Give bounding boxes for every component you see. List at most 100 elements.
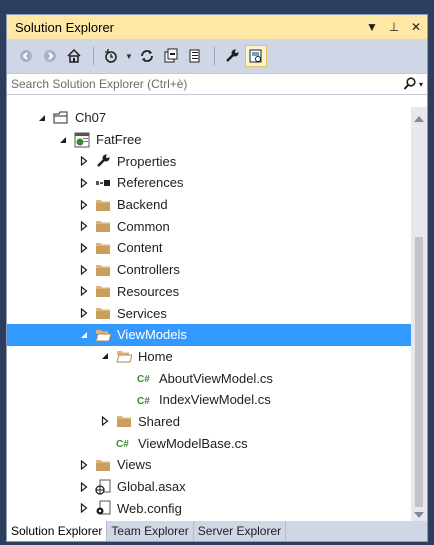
folder-icon (95, 305, 111, 321)
history-dropdown-icon[interactable]: ▼ (124, 45, 134, 67)
config-file-icon (95, 500, 111, 516)
tree-item-label: Services (117, 305, 167, 321)
tree-item-ch07[interactable]: Ch07 (7, 107, 411, 129)
folder-icon (95, 240, 111, 256)
tree-item-viewmodels[interactable]: ViewModels (7, 323, 411, 346)
global-asax-icon (95, 479, 111, 495)
scroll-up-icon[interactable] (411, 111, 427, 127)
references-icon (95, 175, 111, 191)
tree-item-label: Backend (117, 197, 168, 213)
solution-explorer-window: Solution Explorer ▼ ⊥ ✕ ▼ Search Solutio… (6, 14, 428, 542)
tree-item-label: Resources (117, 283, 180, 299)
tree-item-label: FatFree (96, 132, 142, 148)
tree-item-label: References (117, 175, 184, 191)
collapsed-arrow-icon[interactable] (98, 414, 112, 428)
tree-item-global-asax[interactable]: Global.asax (7, 476, 411, 498)
folder-icon (95, 457, 111, 473)
tree-item-label: Content (117, 240, 163, 256)
tree-item-services[interactable]: Services (7, 302, 411, 324)
solution-folder-icon (53, 110, 69, 126)
tree-item-viewmodelbase-cs[interactable]: C# ViewModelBase.cs (7, 432, 411, 454)
vertical-scrollbar[interactable] (411, 107, 427, 523)
title-bar[interactable]: Solution Explorer ▼ ⊥ ✕ (7, 15, 427, 39)
search-options-icon[interactable]: ▾ (397, 77, 427, 91)
tree-item-label: Common (117, 218, 170, 234)
sync-icon[interactable] (136, 45, 158, 67)
tree-item-aboutviewmodel-cs[interactable]: C# AboutViewModel.cs (7, 367, 411, 389)
open-folder-icon (95, 327, 111, 343)
scrollbar-thumb[interactable] (415, 237, 423, 507)
tree-item-content[interactable]: Content (7, 237, 411, 259)
tree-item-label: Web.config (117, 500, 182, 516)
window-title: Solution Explorer (15, 19, 114, 35)
tree-item-label: Home (138, 348, 173, 364)
toolbar: ▼ (7, 39, 427, 73)
csharp-file-icon: C# (137, 370, 153, 386)
tab-server-explorer[interactable]: Server Explorer (194, 521, 287, 541)
collapsed-arrow-icon[interactable] (77, 219, 91, 233)
collapsed-arrow-icon[interactable] (77, 263, 91, 277)
tree-item-indexviewmodel-cs[interactable]: C# IndexViewModel.cs (7, 389, 411, 411)
tree-item-controllers[interactable]: Controllers (7, 259, 411, 281)
folder-icon (95, 283, 111, 299)
tree-item-label: Ch07 (75, 110, 107, 126)
home-icon[interactable] (63, 45, 85, 67)
tree-item-common[interactable]: Common (7, 215, 411, 237)
collapse-all-icon[interactable] (160, 45, 182, 67)
show-all-files-icon[interactable] (184, 45, 206, 67)
folder-icon (95, 218, 111, 234)
forward-icon[interactable] (39, 45, 61, 67)
svg-text:C#: C# (116, 439, 129, 450)
search-input[interactable] (7, 74, 397, 94)
tree-item-label: Global.asax (117, 479, 186, 495)
tab-team-explorer[interactable]: Team Explorer (107, 521, 194, 541)
collapsed-arrow-icon[interactable] (77, 458, 91, 472)
tree-item-label: AboutViewModel.cs (159, 370, 273, 386)
open-folder-icon (116, 348, 132, 364)
tree-item-label: IndexViewModel.cs (159, 392, 271, 408)
csharp-file-icon: C# (116, 435, 132, 451)
tree-item-backend[interactable]: Backend (7, 194, 411, 216)
tree-item-references[interactable]: References (7, 172, 411, 194)
tree-item-label: ViewModelBase.cs (138, 435, 248, 451)
collapsed-arrow-icon[interactable] (77, 480, 91, 494)
tree-item-shared[interactable]: Shared (7, 411, 411, 433)
tree-item-properties[interactable]: Properties (7, 150, 411, 172)
svg-text:C#: C# (137, 374, 150, 385)
collapsed-arrow-icon[interactable] (77, 198, 91, 212)
expanded-arrow-icon[interactable] (56, 133, 70, 147)
close-icon[interactable]: ✕ (405, 20, 427, 34)
web-project-icon (74, 132, 90, 148)
tree-item-resources[interactable]: Resources (7, 281, 411, 303)
auto-hide-pin-icon[interactable]: ⊥ (383, 20, 405, 34)
back-icon[interactable] (15, 45, 37, 67)
expanded-arrow-icon[interactable] (35, 111, 49, 125)
tree-item-views[interactable]: Views (7, 454, 411, 476)
folder-icon (95, 262, 111, 278)
tab-solution-explorer[interactable]: Solution Explorer (7, 521, 108, 541)
collapsed-arrow-icon[interactable] (77, 154, 91, 168)
tree-item-home[interactable]: Home (7, 346, 411, 368)
collapsed-arrow-icon[interactable] (77, 501, 91, 515)
collapsed-arrow-icon[interactable] (77, 284, 91, 298)
properties-icon[interactable] (221, 45, 243, 67)
preview-icon[interactable] (245, 45, 267, 67)
tree-item-fatfree[interactable]: FatFree (7, 129, 411, 151)
search-box: ▾ (7, 73, 427, 95)
collapsed-arrow-icon[interactable] (77, 241, 91, 255)
history-icon[interactable] (100, 45, 122, 67)
tree-item-label: Controllers (117, 262, 180, 278)
tree-item-web-config[interactable]: Web.config (7, 497, 411, 519)
collapsed-arrow-icon[interactable] (77, 306, 91, 320)
expanded-arrow-icon[interactable] (98, 349, 112, 363)
window-position-dropdown-icon[interactable]: ▼ (361, 20, 383, 34)
toolbar-separator (214, 47, 215, 65)
tree-item-label: Shared (138, 413, 180, 429)
collapsed-arrow-icon[interactable] (77, 176, 91, 190)
tree-item-label: Properties (117, 153, 177, 169)
expanded-arrow-icon[interactable] (77, 328, 91, 342)
wrench-icon (95, 153, 111, 169)
